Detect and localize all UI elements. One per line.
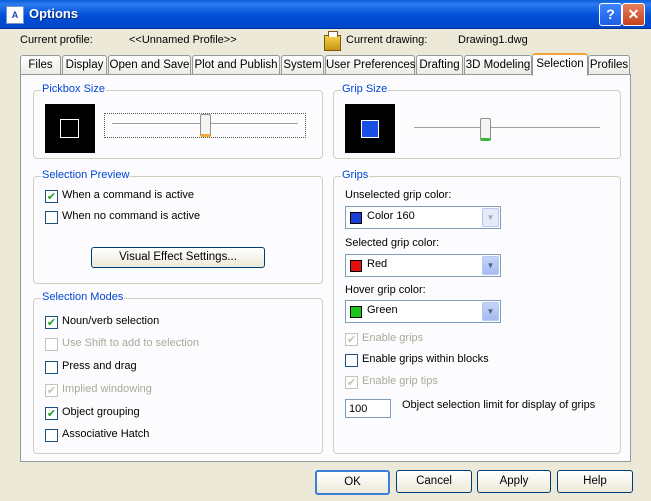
checkbox-box[interactable]: ✔ xyxy=(45,190,58,203)
title-bar[interactable]: A Options ? ✕ xyxy=(0,0,651,29)
current-drawing-value: Drawing1.dwg xyxy=(458,34,528,46)
selection-modes-group: Selection Modes ✔ Noun/verb selection Us… xyxy=(33,291,323,454)
tab-display[interactable]: Display xyxy=(62,55,107,74)
pickbox-preview xyxy=(45,104,95,153)
combo-value: Red xyxy=(367,258,388,270)
tab-open-and-save[interactable]: Open and Save xyxy=(108,55,191,74)
checkbox-label: Noun/verb selection xyxy=(62,315,160,327)
unselected-grip-color-select[interactable]: Color 160 ▼ xyxy=(345,206,501,229)
apply-button[interactable]: Apply xyxy=(477,470,551,493)
grip-square-icon xyxy=(361,120,379,138)
ok-button[interactable]: OK xyxy=(315,470,390,495)
profile-row: Current profile: <<Unnamed Profile>> Cur… xyxy=(0,31,651,51)
selection-modes-title: Selection Modes xyxy=(41,291,125,303)
checkbox-label: Enable grips within blocks xyxy=(362,353,489,365)
tab-selection[interactable]: Selection xyxy=(532,53,588,76)
grip-slider-thumb[interactable] xyxy=(479,118,491,141)
unselected-grip-color-label: Unselected grip color: xyxy=(345,189,452,201)
pickbox-slider-thumb[interactable] xyxy=(200,114,211,137)
app-icon: A xyxy=(6,6,24,24)
checkbox-label: Object grouping xyxy=(62,406,140,418)
visual-effect-settings-button[interactable]: Visual Effect Settings... xyxy=(91,247,265,268)
combo-value: Color 160 xyxy=(367,210,415,222)
checkbox-label: Implied windowing xyxy=(62,383,152,395)
hover-grip-color-select[interactable]: Green ▼ xyxy=(345,300,501,323)
checkbox-box[interactable] xyxy=(45,361,58,374)
checkbox-box[interactable]: ✔ xyxy=(345,376,358,389)
chevron-down-icon[interactable]: ▼ xyxy=(482,208,499,227)
pickbox-size-title: Pickbox Size xyxy=(41,83,106,95)
checkbox-label: Associative Hatch xyxy=(62,428,150,440)
checkbox-label: When no command is active xyxy=(62,210,201,222)
grip-size-group: Grip Size xyxy=(333,83,621,159)
checkbox-box[interactable] xyxy=(45,211,58,224)
selection-tab-panel: Pickbox Size Grip Size Selection Preview… xyxy=(20,74,631,462)
pickbox-square-icon xyxy=(60,119,79,138)
grip-slider-track[interactable] xyxy=(414,127,600,131)
tab-files[interactable]: Files xyxy=(20,55,61,74)
checkbox-box[interactable] xyxy=(345,354,358,367)
hover-grip-color-label: Hover grip color: xyxy=(345,284,426,296)
checkbox-label: Press and drag xyxy=(62,360,137,372)
current-profile-value: <<Unnamed Profile>> xyxy=(129,34,237,46)
color-swatch xyxy=(350,260,362,272)
tab-drafting[interactable]: Drafting xyxy=(416,55,463,74)
grip-object-limit-input[interactable]: 100 xyxy=(345,399,391,418)
checkbox-box[interactable]: ✔ xyxy=(45,407,58,420)
current-profile-label: Current profile: xyxy=(20,34,93,46)
options-dialog: Current profile: <<Unnamed Profile>> Cur… xyxy=(0,29,651,501)
window-title: Options xyxy=(29,6,79,21)
tab-plot-and-publish[interactable]: Plot and Publish xyxy=(192,55,280,74)
tab-profiles[interactable]: Profiles xyxy=(588,55,630,74)
pickbox-size-group: Pickbox Size xyxy=(33,83,323,159)
checkbox-box[interactable] xyxy=(45,338,58,351)
checkbox-box[interactable]: ✔ xyxy=(45,384,58,397)
tab-3d-modeling[interactable]: 3D Modeling xyxy=(464,55,532,74)
checkbox-box[interactable]: ✔ xyxy=(45,316,58,329)
checkbox-box[interactable] xyxy=(45,429,58,442)
current-drawing-label: Current drawing: xyxy=(346,34,428,46)
grip-object-limit-label: Object selection limit for display of gr… xyxy=(402,399,596,411)
checkbox-label: Enable grips xyxy=(362,332,424,344)
tab-user-preferences[interactable]: User Preferences xyxy=(325,55,415,74)
help-button[interactable]: Help xyxy=(557,470,633,493)
grips-group: Grips Unselected grip color: Color 160 ▼… xyxy=(333,169,621,454)
selection-preview-title: Selection Preview xyxy=(41,169,131,181)
close-button[interactable]: ✕ xyxy=(622,3,645,26)
help-title-button[interactable]: ? xyxy=(599,3,622,26)
chevron-down-icon[interactable]: ▼ xyxy=(482,256,499,275)
checkbox-box[interactable]: ✔ xyxy=(345,333,358,346)
color-swatch xyxy=(350,212,362,224)
drawing-file-icon xyxy=(324,31,341,51)
selected-grip-color-select[interactable]: Red ▼ xyxy=(345,254,501,277)
grip-size-title: Grip Size xyxy=(341,83,389,95)
checkbox-label: Use Shift to add to selection xyxy=(62,337,199,349)
grips-title: Grips xyxy=(341,169,370,181)
cancel-button[interactable]: Cancel xyxy=(396,470,472,493)
tab-system[interactable]: System xyxy=(281,55,324,74)
grip-preview xyxy=(345,104,395,153)
color-swatch xyxy=(350,306,362,318)
chevron-down-icon[interactable]: ▼ xyxy=(482,302,499,321)
combo-value: Green xyxy=(367,304,398,316)
checkbox-label: Enable grip tips xyxy=(362,375,438,387)
selection-preview-group: Selection Preview ✔ When a command is ac… xyxy=(33,169,323,284)
selected-grip-color-label: Selected grip color: xyxy=(345,237,440,249)
checkbox-label: When a command is active xyxy=(62,189,195,201)
